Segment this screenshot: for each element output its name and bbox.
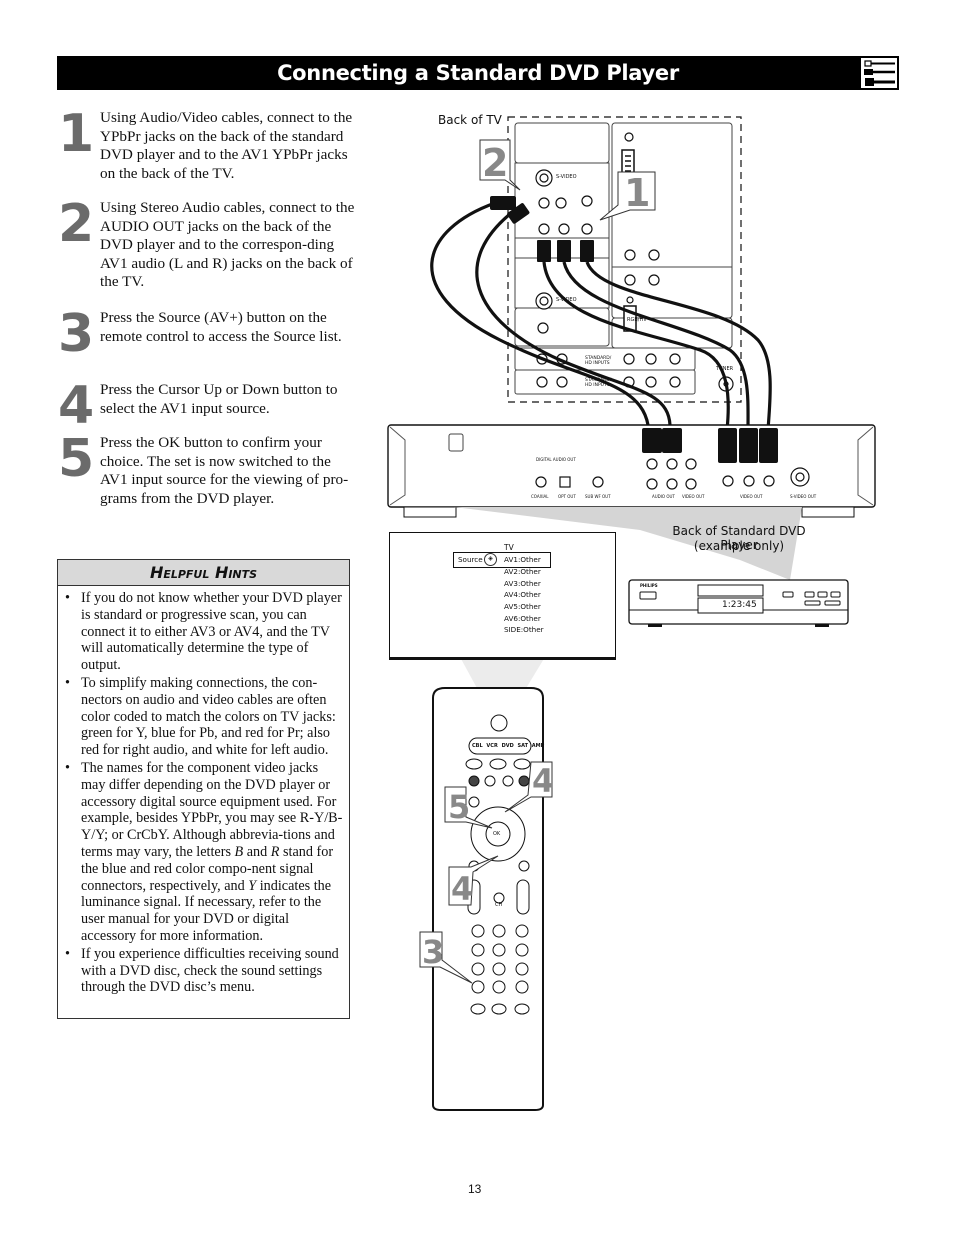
video-out-cvbs-label: VIDEO OUT	[682, 494, 705, 499]
sub-wf-jack	[592, 476, 604, 488]
audio-plug	[490, 196, 516, 210]
cursor-icon: ◈	[484, 553, 497, 566]
mode-sat[interactable]: SAT	[517, 743, 528, 749]
mode-dvd[interactable]: DVD	[502, 743, 514, 749]
rca-jack	[624, 132, 634, 142]
sub-out-jack	[537, 322, 549, 334]
tuner-label: TUNER	[716, 366, 734, 372]
video-plug	[557, 240, 571, 262]
ok-label[interactable]: OK	[493, 831, 500, 837]
svg-text:1: 1	[624, 171, 650, 215]
channel-rocker	[516, 879, 530, 915]
source-item[interactable]: AV4:Other	[504, 590, 541, 599]
standard-hd-label: STANDARD/ HD INPUTS	[585, 356, 612, 366]
svideo-label: S-VIDEO	[556, 174, 577, 180]
rca-jack	[581, 223, 593, 235]
rca-jack	[626, 296, 634, 304]
svg-text:4: 4	[532, 762, 554, 800]
rca-jack	[536, 376, 548, 388]
coaxial-jack	[535, 476, 547, 488]
rca-jack	[555, 197, 567, 209]
rgb-hv-label: RGB/HV	[627, 317, 647, 323]
power-button	[490, 714, 508, 732]
mode-buttons-label: CBL VCR DVD SAT AMP	[472, 743, 544, 749]
source-label: Source	[458, 555, 483, 564]
source-item[interactable]: SIDE:Other	[504, 625, 544, 634]
source-item[interactable]: AV2:Other	[504, 567, 541, 576]
video-plug	[580, 240, 594, 262]
rca-jack	[624, 274, 636, 286]
coaxial-label: COAXIAL	[531, 494, 549, 499]
video-out-label: VIDEO OUT	[740, 494, 763, 499]
power-socket	[448, 433, 464, 452]
ch-label: CH	[495, 902, 503, 908]
dvd-power-button	[639, 591, 657, 600]
callout-2: 2	[479, 139, 521, 191]
source-item[interactable]: AV5:Other	[504, 602, 541, 611]
svg-text:5: 5	[448, 788, 470, 826]
svideo-out-label: S-VIDEO OUT	[790, 494, 817, 499]
mode-amp[interactable]: AMP	[532, 743, 545, 749]
mode-cbl[interactable]: CBL	[472, 743, 483, 749]
svg-text:4: 4	[451, 870, 473, 908]
svg-text:2: 2	[482, 141, 508, 185]
rca-jack	[623, 353, 635, 365]
rca-jack	[669, 353, 681, 365]
dvd-back-label-line2: (example only)	[693, 539, 785, 553]
optical-jack	[559, 476, 571, 488]
digital-audio-out-label: DIGITAL AUDIO OUT	[536, 457, 576, 462]
av-plus-button	[471, 980, 485, 994]
rca-jack	[645, 353, 657, 365]
rca-jack	[558, 223, 570, 235]
dvd-foot-left	[403, 506, 457, 518]
rca-jack	[556, 376, 568, 388]
mode-vcr[interactable]: VCR	[486, 743, 497, 749]
dvd-display-time: 1:23:45	[722, 600, 757, 610]
source-menu-screen: TV Source ◈ AV1:Other AV2:Other AV3:Othe…	[389, 532, 616, 660]
dvd-foot-right	[801, 506, 855, 518]
rca-jack	[669, 376, 681, 388]
disc-tray	[697, 584, 764, 597]
audio-out-label: AUDIO OUT	[652, 494, 675, 499]
rca-jack	[645, 376, 657, 388]
sub-out-panel	[514, 307, 610, 347]
rca-jack	[538, 223, 550, 235]
brand-logo: PHILIPS	[640, 583, 658, 588]
rca-jack	[648, 249, 660, 261]
svideo-label-av2: S-VIDEO	[556, 297, 577, 303]
rca-jack	[624, 249, 636, 261]
rca-jack	[538, 197, 550, 209]
video-plug	[537, 240, 551, 262]
source-item[interactable]: AV3:Other	[504, 579, 541, 588]
page-number: 13	[468, 1182, 482, 1196]
opt-out-label: OPT OUT	[558, 494, 576, 499]
service-pc-panel	[514, 122, 610, 164]
source-item[interactable]: AV1:Other	[504, 555, 541, 564]
rca-jack	[648, 274, 660, 286]
remote-beam	[460, 657, 545, 690]
standard-hd-label-av4: STANDARD/ HD INPUTS	[585, 378, 612, 388]
source-menu-header: TV	[504, 543, 514, 552]
rca-jack	[581, 195, 593, 207]
sub-wf-out-label: SUB WF OUT	[585, 494, 611, 499]
source-item[interactable]: AV6:Other	[504, 614, 541, 623]
svg-text:3: 3	[422, 933, 444, 971]
